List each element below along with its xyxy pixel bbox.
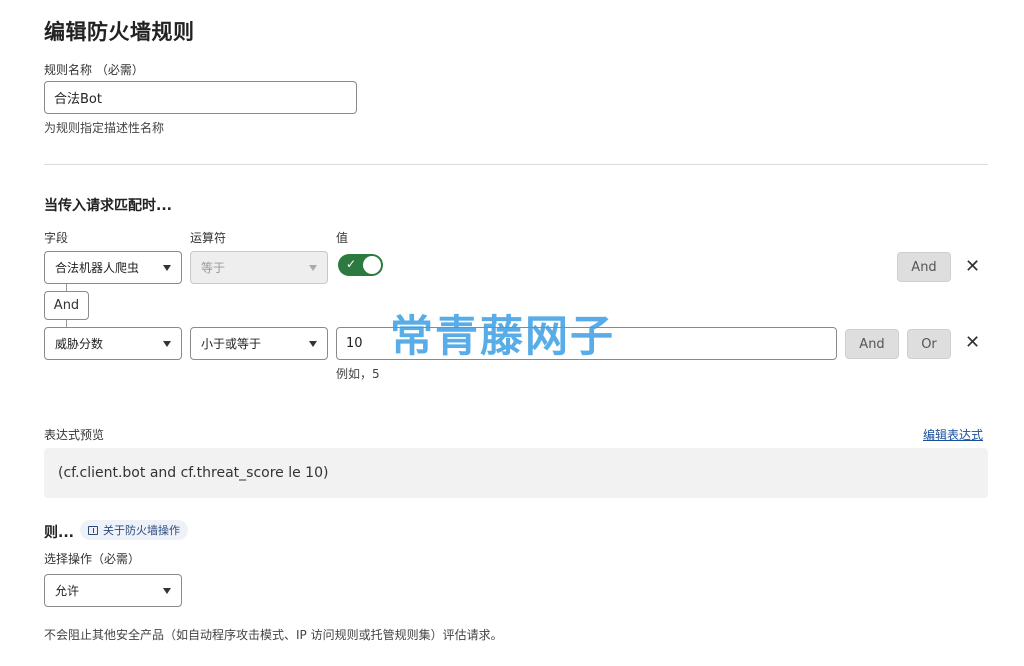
action-label: 选择操作（必需） (44, 552, 141, 566)
row1-value-toggle[interactable]: ✓ (338, 254, 383, 276)
row1-field-value: 合法机器人爬虫 (55, 261, 140, 275)
row1-operator-value: 等于 (201, 261, 226, 275)
rule-name-hint: 为规则指定描述性名称 (44, 121, 165, 135)
then-heading: 则... (44, 525, 74, 541)
expression-text: (cf.client.bot and cf.threat_score le 10… (58, 465, 329, 481)
book-icon (88, 525, 98, 535)
operator-column-label: 运算符 (190, 231, 227, 245)
action-select-value: 允许 (55, 584, 80, 598)
chevron-down-icon (309, 340, 317, 347)
row2-value-hint: 例如，5 (336, 367, 380, 381)
toggle-knob (363, 256, 381, 274)
rule-name-input-wrapper[interactable] (44, 81, 357, 114)
edit-expression-link[interactable]: 编辑表达式 (923, 426, 983, 443)
row2-remove-icon[interactable]: ✕ (965, 334, 980, 352)
chevron-down-icon (163, 340, 171, 347)
field-column-label: 字段 (44, 231, 69, 245)
expression-preview-box: (cf.client.bot and cf.threat_score le 10… (44, 448, 988, 498)
value-column-label: 值 (336, 231, 349, 245)
action-note: 不会阻止其他安全产品（如自动程序攻击模式、IP 访问规则或托管规则集）评估请求。 (44, 628, 503, 642)
chevron-down-icon (163, 587, 171, 594)
rule-name-label: 规则名称 （必需） (44, 63, 144, 77)
about-firewall-actions-label: 关于防火墙操作 (103, 524, 180, 537)
page-title: 编辑防火墙规则 (44, 20, 195, 44)
row1-and-button[interactable]: And (897, 252, 951, 282)
about-firewall-actions-link[interactable]: 关于防火墙操作 (80, 520, 188, 540)
row1-operator-select: 等于 (190, 251, 328, 284)
row1-remove-icon[interactable]: ✕ (965, 258, 980, 276)
row2-field-value: 威胁分数 (55, 337, 104, 351)
row1-field-select[interactable]: 合法机器人爬虫 (44, 251, 182, 284)
action-select[interactable]: 允许 (44, 574, 182, 607)
row2-and-button[interactable]: And (845, 329, 899, 359)
check-icon: ✓ (346, 257, 357, 271)
row2-operator-value: 小于或等于 (201, 337, 262, 351)
row2-operator-select[interactable]: 小于或等于 (190, 327, 328, 360)
match-heading: 当传入请求匹配时... (44, 198, 172, 214)
row2-field-select[interactable]: 威胁分数 (44, 327, 182, 360)
section-divider (44, 164, 988, 165)
watermark: 常青藤网子 (390, 312, 615, 362)
rule-name-input[interactable] (54, 90, 347, 105)
chevron-down-icon (163, 264, 171, 271)
expression-preview-label: 表达式预览 (44, 428, 105, 442)
connector-and-button[interactable]: And (44, 291, 89, 320)
row2-or-button[interactable]: Or (907, 329, 951, 359)
chevron-down-icon (309, 264, 317, 271)
